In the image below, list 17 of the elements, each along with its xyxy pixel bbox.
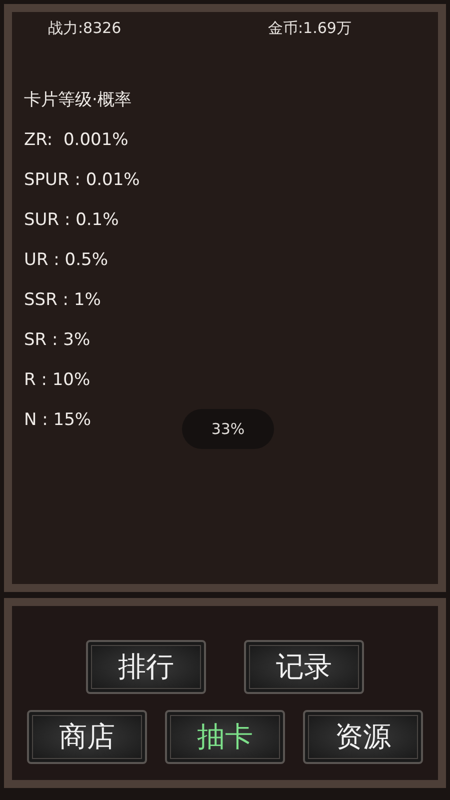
nav-button[interactable]: 抽卡 [165,710,285,764]
progress-toast: 33% [182,409,274,449]
nav-button[interactable]: 资源 [303,710,423,764]
rates-title: 卡片等级·概率 [24,89,132,112]
rate-text: UR : 0.5% [24,249,108,272]
rate-text: SSR : 1% [24,289,101,312]
rate-text: SR : 3% [24,329,90,352]
power-stat: 战力:8326 [48,18,122,39]
coin-stat: 金币:1.69万 [268,18,352,39]
rate-text: R : 10% [24,369,90,392]
rate-text: N : 15% [24,409,92,432]
rate-text: SUR : 0.1% [24,209,119,232]
rate-text: ZR: 0.001% [24,129,128,152]
nav-button[interactable]: 记录 [244,640,364,694]
nav-button[interactable]: 排行 [86,640,206,694]
rate-text: SPUR : 0.01% [24,169,140,192]
nav-button[interactable]: 商店 [27,710,147,764]
